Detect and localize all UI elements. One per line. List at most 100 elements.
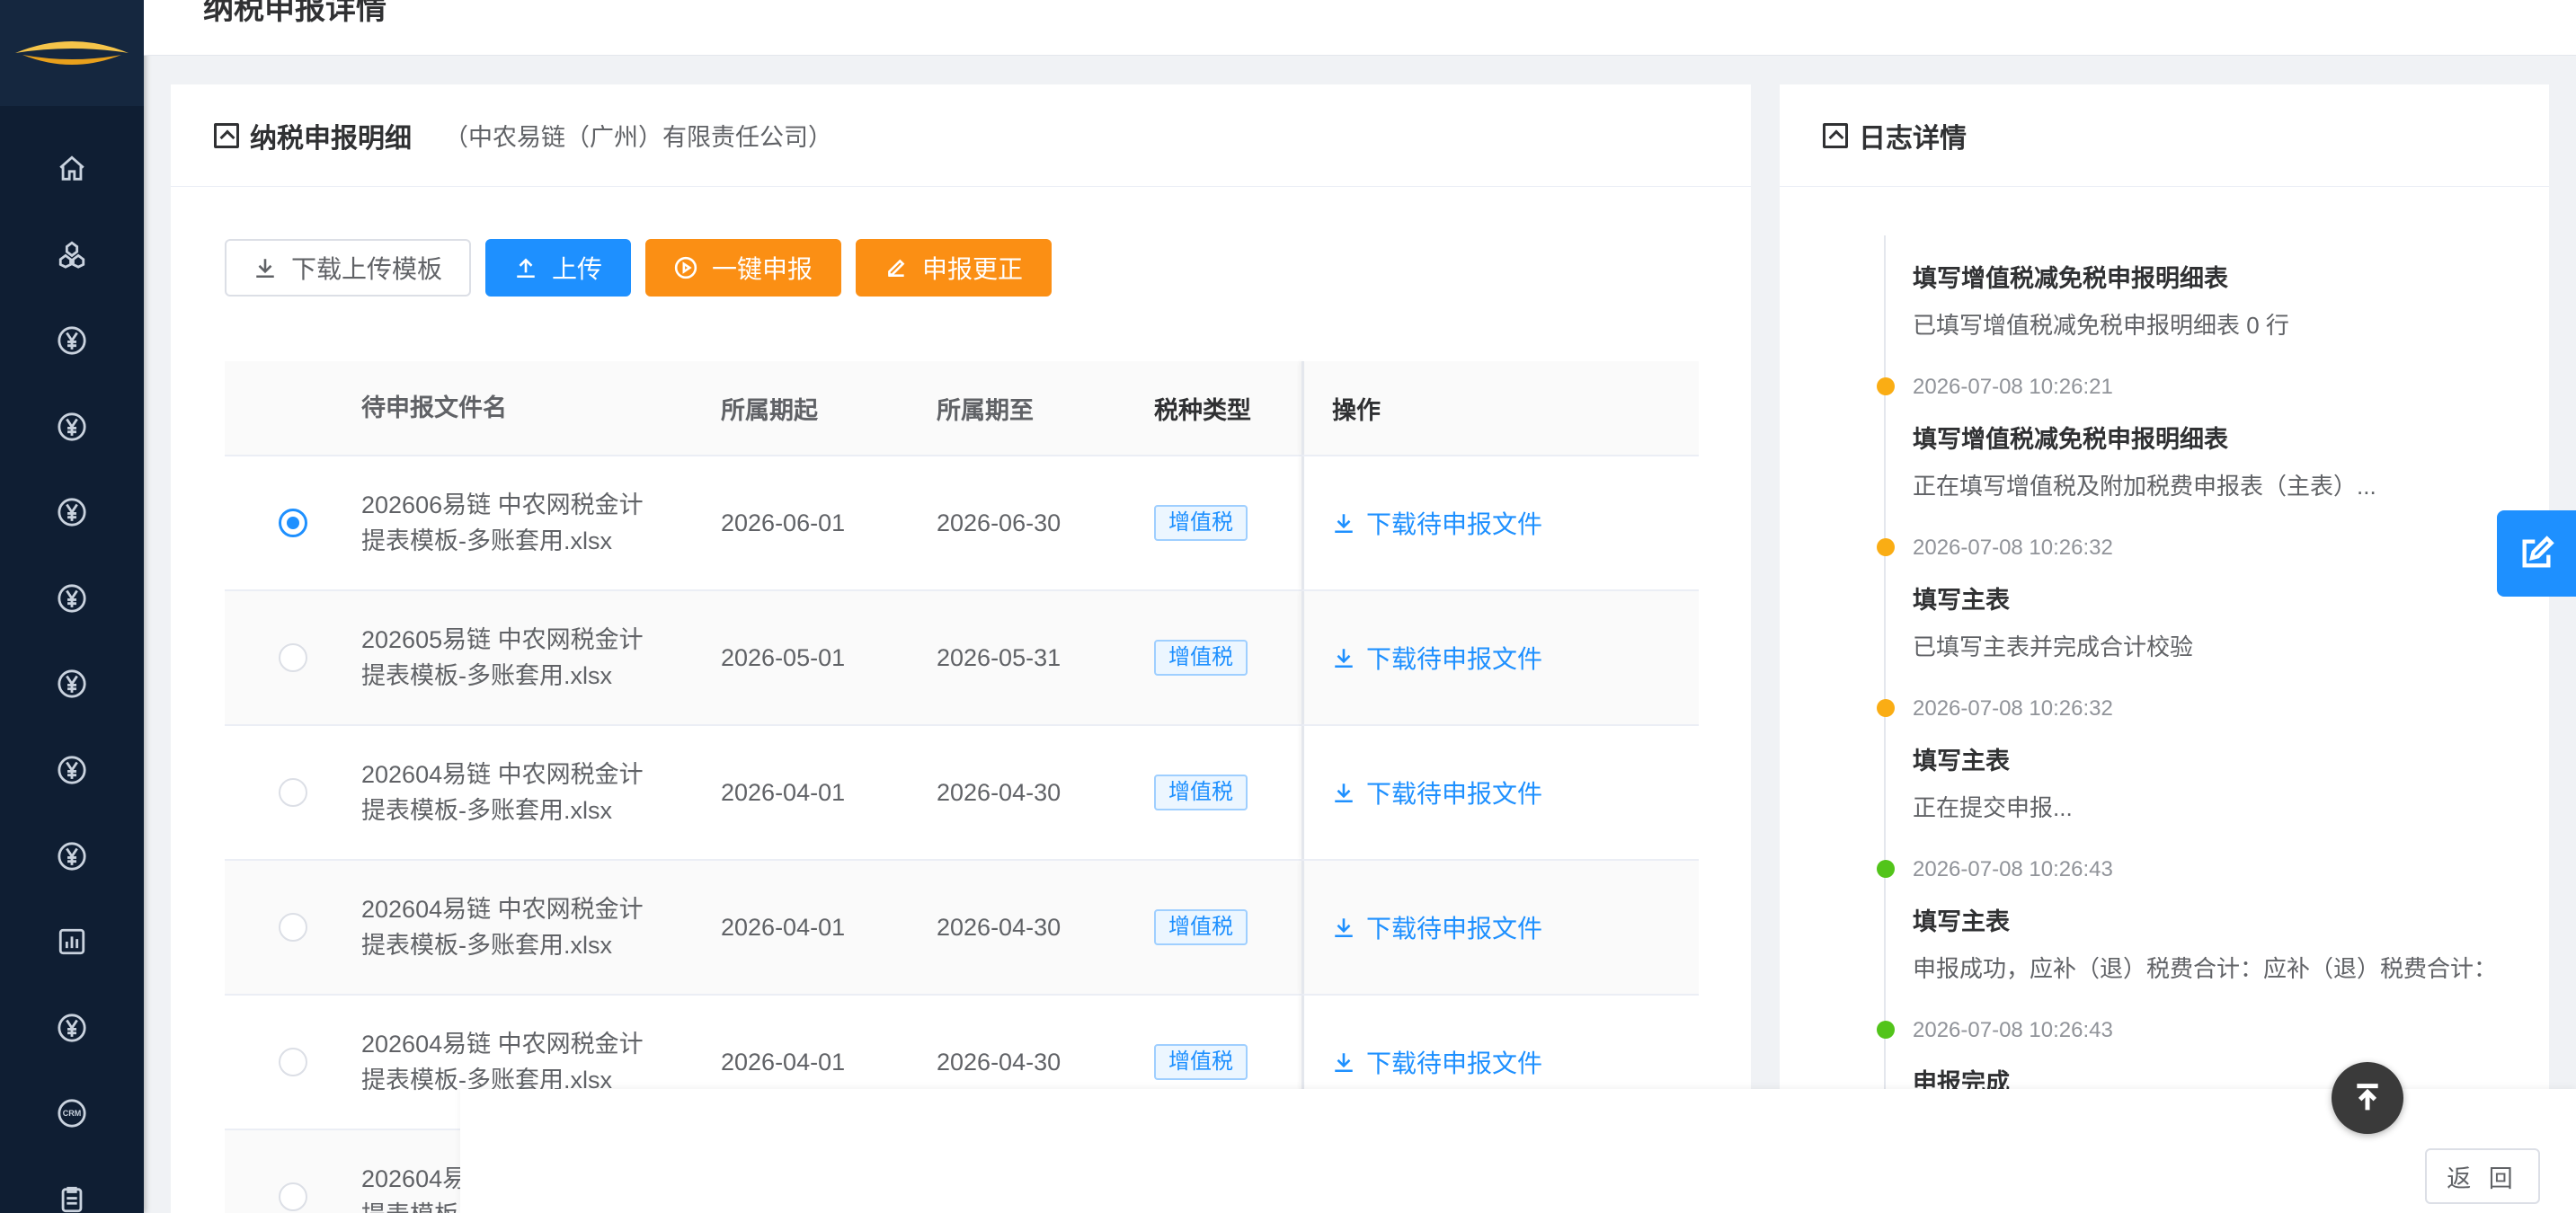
sidebar-item-0[interactable] <box>0 126 144 212</box>
yen-icon <box>58 326 86 355</box>
sidebar-item-7[interactable] <box>0 727 144 813</box>
row-radio[interactable] <box>279 643 307 672</box>
sidebar-item-4[interactable] <box>0 469 144 555</box>
download-icon <box>1335 784 1353 803</box>
timeline-dot-success <box>1877 1021 1895 1039</box>
sidebar-item-6[interactable] <box>0 642 144 728</box>
period-end-cell: 2026-05-31 <box>937 643 1061 671</box>
log-detail-header: 日志详情 <box>1780 84 2549 187</box>
declaration-table: 待申报文件名 所属期起 所属期至 税种类型 操作 202606易链 中农网税金计… <box>225 361 1699 1213</box>
download-template-button[interactable]: 下载上传模板 <box>225 239 472 297</box>
yen-icon <box>58 841 86 871</box>
crm-label: CRM <box>62 1109 82 1119</box>
file-name-line-1: 202606易链 中农网税金计 <box>361 491 644 518</box>
footer-bar: 返 回 <box>460 1089 2576 1213</box>
table-row[interactable]: 202605易链 中农网税金计 提表模板-多账套用.xlsx 2026-05-01 2… <box>225 591 1699 726</box>
log-description: 申报成功，应补（退）税费合计：应补（退）税费合计： <box>1913 955 2498 982</box>
logo-icon <box>15 41 129 65</box>
timeline-dot-pending <box>1877 538 1895 556</box>
log-title: 申报完成 <box>1913 1069 2010 1091</box>
row-select-cell <box>225 778 361 807</box>
upload-button[interactable]: 上传 <box>485 239 632 297</box>
back-to-top-icon <box>2357 1084 2378 1111</box>
table-row[interactable]: 202604易链 中农网税金计 提表模板-多账套用.xlsx 2026-04-01 2… <box>225 861 1699 996</box>
log-detail-title: 日志详情 <box>1859 123 1967 154</box>
period-end-cell: 2026-04-30 <box>937 1048 1061 1076</box>
fixed-column-divider <box>1301 591 1304 724</box>
log-title: 填写主表 <box>1913 587 2010 614</box>
one-click-declare-label: 一键申报 <box>712 255 813 283</box>
file-name-cell: 202604易链 中农网税金计提表模板-多账套用.xlsx <box>361 891 721 963</box>
sidebar-item-11[interactable]: CRM <box>0 1071 144 1157</box>
download-pending-file-label: 下载待申报文件 <box>1366 510 1543 538</box>
log-detail-panel: 日志详情 填写增值税减免税申报明细表 已填写增值税减免税申报明细表 0 行 2026… <box>1780 84 2549 1091</box>
row-radio[interactable] <box>279 1048 307 1076</box>
column-header-actions: 操作 <box>1332 396 1381 424</box>
sidebar-item-12[interactable] <box>0 1156 144 1213</box>
download-template-label: 下载上传模板 <box>291 255 443 283</box>
sidebar-item-5[interactable] <box>0 555 144 642</box>
row-radio[interactable] <box>279 1182 307 1211</box>
row-select-cell <box>225 509 361 537</box>
home-icon <box>59 155 84 181</box>
row-radio[interactable] <box>279 913 307 942</box>
log-time: 2026-07-08 10:26:21 <box>1913 375 2113 399</box>
log-timeline[interactable]: 填写增值税减免税申报明细表 已填写增值税减免税申报明细表 0 行 2026-07-0… <box>1823 235 2524 1091</box>
timeline-item: 2026-07-08 10:26:32 填写主表 已填写主表并完成合计校验 <box>1823 536 2506 696</box>
file-name-line-1: 202604易链 中农网税金计 <box>361 761 644 788</box>
table-row[interactable]: 202604易链 中农网税金计 提表模板-多账套用.xlsx 2026-04-01 2… <box>225 726 1699 861</box>
download-pending-file-link[interactable]: 下载待申报文件 <box>1301 640 1542 676</box>
download-pending-file-label: 下载待申报文件 <box>1366 780 1543 808</box>
download-pending-file-link[interactable]: 下载待申报文件 <box>1301 505 1542 541</box>
download-pending-file-link[interactable]: 下载待申报文件 <box>1301 1044 1542 1080</box>
file-name-line-1: 202604易链 中农网税金计 <box>361 1031 644 1058</box>
sidebar-item-8[interactable] <box>0 813 144 899</box>
timeline-dot-pending <box>1877 377 1895 395</box>
column-header-period-start: 所属期起 <box>721 396 818 424</box>
log-time: 2026-07-08 10:26:32 <box>1913 696 2113 721</box>
download-icon <box>1335 514 1353 534</box>
file-name-line-1: 202605易链 中农网税金计 <box>361 626 644 653</box>
download-pending-file-link[interactable]: 下载待申报文件 <box>1301 909 1542 945</box>
log-title: 填写增值税减免税申报明细表 <box>1913 265 2228 292</box>
declare-correction-label: 申报更正 <box>922 255 1024 283</box>
file-name-cell: 202604易链 中农网税金计提表模板-多账套用.xlsx <box>361 1026 721 1098</box>
back-button[interactable]: 返 回 <box>2425 1148 2540 1204</box>
download-icon <box>1335 649 1353 668</box>
sidebar-item-2[interactable] <box>0 297 144 384</box>
row-radio[interactable] <box>279 778 307 807</box>
row-select-cell <box>225 1182 361 1211</box>
floating-edit-button[interactable] <box>2497 510 2576 597</box>
file-name-cell: 202605易链 中农网税金计 提表模板-多账套用.xlsx <box>361 622 721 694</box>
log-title: 填写主表 <box>1913 908 2010 935</box>
collapse-icon[interactable] <box>1823 122 1848 148</box>
period-end-cell: 2026-04-30 <box>937 778 1061 806</box>
one-click-declare-button[interactable]: 一键申报 <box>645 239 842 297</box>
edit-icon <box>888 259 905 277</box>
row-select-cell <box>225 1048 361 1076</box>
download-pending-file-link[interactable]: 下载待申报文件 <box>1301 775 1542 810</box>
upload-label: 上传 <box>552 255 603 283</box>
row-radio[interactable] <box>279 509 307 537</box>
declare-correction-button[interactable]: 申报更正 <box>856 239 1053 297</box>
tax-type-tag: 增值税 <box>1154 640 1248 676</box>
table-row[interactable]: 202606易链 中农网税金计 提表模板-多账套用.xlsx 2026-06-01 2… <box>225 456 1699 591</box>
declaration-detail-panel: 纳税申报明细 （中农易链（广州）有限责任公司） 下载上传模板 上传 一键申报 申… <box>171 84 1751 1213</box>
fixed-column-divider <box>1301 456 1304 589</box>
bar-chart-icon <box>58 928 85 955</box>
column-header-tax-type: 税种类型 <box>1154 396 1251 424</box>
yen-icon <box>58 669 86 698</box>
row-select-cell <box>225 913 361 942</box>
back-to-top-button[interactable] <box>2332 1062 2403 1134</box>
sidebar-item-1[interactable] <box>0 212 144 298</box>
sidebar-item-9[interactable] <box>0 899 144 985</box>
fixed-column-divider <box>1301 361 1304 455</box>
collapse-icon[interactable] <box>214 122 239 148</box>
sidebar-item-10[interactable] <box>0 985 144 1071</box>
tax-type-cell: 增值税 <box>1154 909 1301 945</box>
file-name-line-2: 提表模板-多账套用.xlsx <box>361 797 612 824</box>
log-description: 已填写主表并完成合计校验 <box>1913 633 2194 660</box>
file-name-line-1: 202604易链 中农网税金计 <box>361 896 644 923</box>
period-end-cell: 2026-04-30 <box>937 913 1061 941</box>
sidebar-item-3[interactable] <box>0 384 144 470</box>
